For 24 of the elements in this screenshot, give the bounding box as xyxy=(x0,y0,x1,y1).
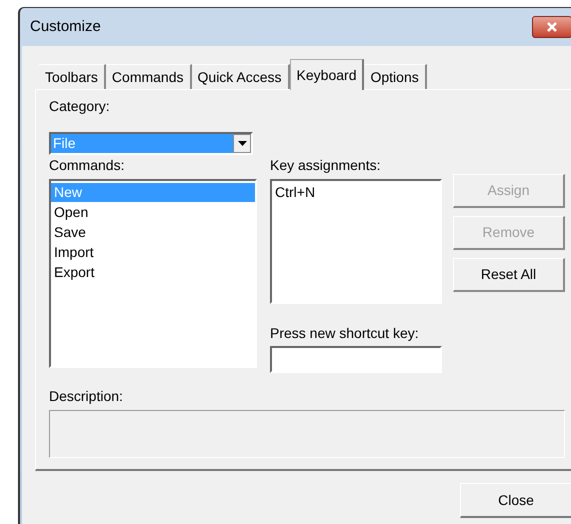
shortcut-label: Press new shortcut key: xyxy=(270,324,420,342)
close-button[interactable] xyxy=(532,16,571,38)
caret-icon xyxy=(238,140,246,146)
key-assignments-label: Key assignments: xyxy=(270,157,382,173)
list-item[interactable]: Import xyxy=(51,242,255,262)
list-item[interactable]: Ctrl+N xyxy=(272,183,440,202)
dropdown-value: File xyxy=(51,134,233,153)
list-item[interactable]: Open xyxy=(51,202,255,222)
shortcut-field[interactable] xyxy=(270,346,442,373)
tab[interactable]: Quick Access xyxy=(192,64,290,89)
list-item[interactable]: Export xyxy=(51,262,255,282)
category-label: Category: xyxy=(49,97,111,116)
close-icon xyxy=(546,21,558,33)
description-label: Description: xyxy=(49,387,124,405)
tab[interactable]: Commands xyxy=(106,64,192,89)
window-title: Customize xyxy=(30,16,101,37)
tab[interactable]: Options xyxy=(364,64,427,89)
action-button[interactable]: Reset All xyxy=(453,258,565,292)
tab[interactable]: Keyboard xyxy=(290,59,364,90)
tab[interactable]: Toolbars xyxy=(39,64,106,89)
commands-label: Commands: xyxy=(49,157,126,173)
list-item[interactable]: Save xyxy=(51,222,255,242)
dropdown-arrow-button[interactable] xyxy=(233,134,251,153)
close-dialog-button[interactable]: Close xyxy=(460,483,571,518)
